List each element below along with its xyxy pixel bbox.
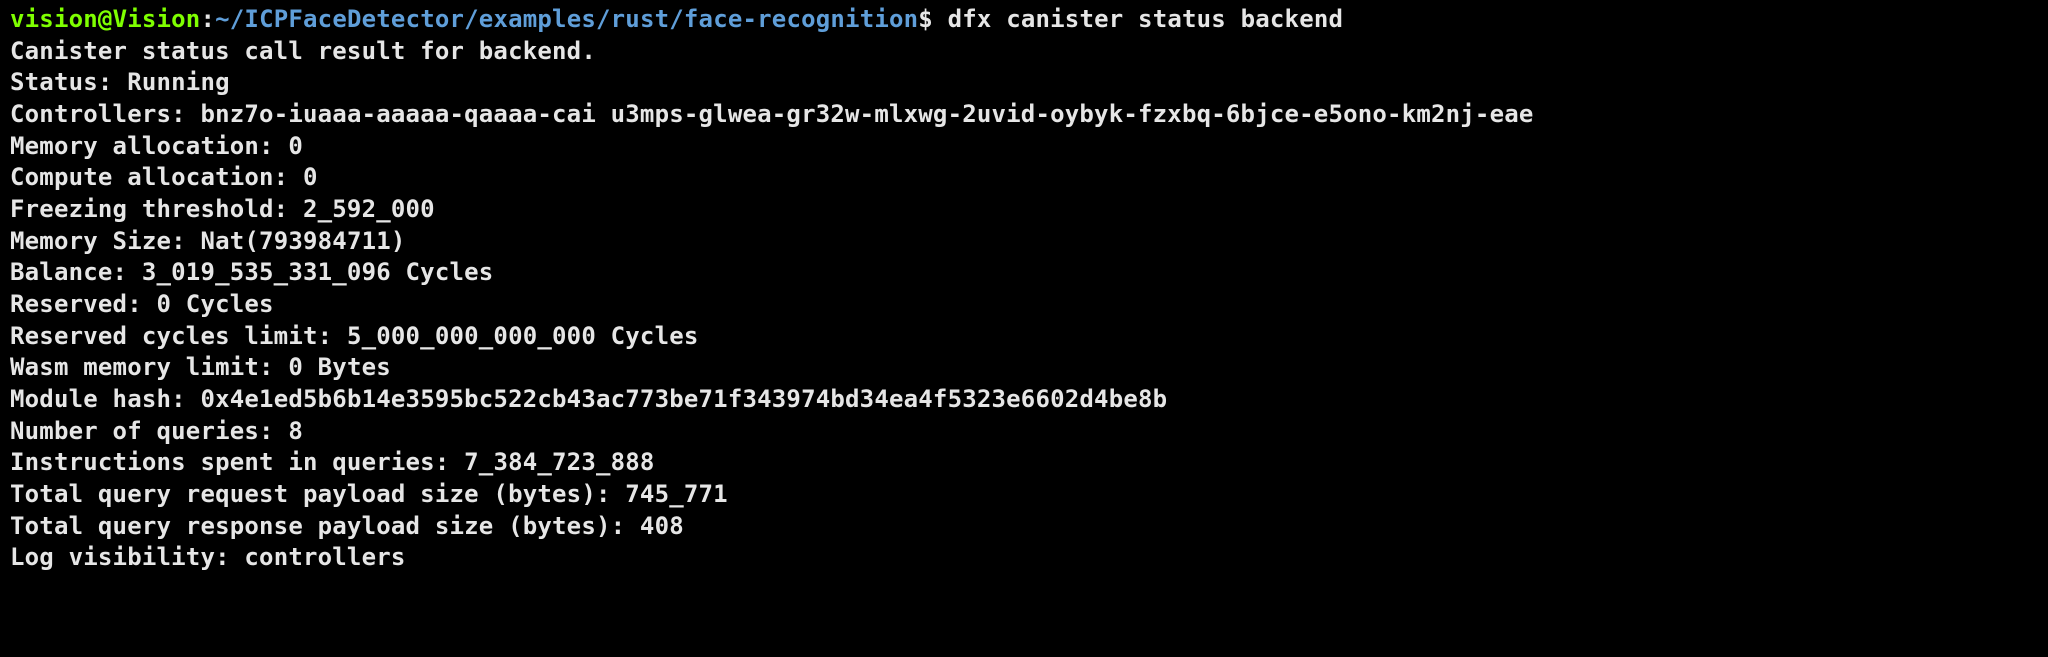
instructions-queries-value: 7_384_723_888	[464, 448, 654, 476]
controllers-label: Controllers:	[10, 100, 200, 128]
memory-size-label: Memory Size:	[10, 227, 200, 255]
compute-allocation-label: Compute allocation:	[10, 163, 303, 191]
log-visibility-label: Log visibility:	[10, 543, 244, 571]
module-hash-label: Module hash:	[10, 385, 200, 413]
reserved-limit-value: 5_000_000_000_000 Cycles	[347, 322, 699, 350]
num-queries-value: 8	[288, 417, 303, 445]
memory-allocation-value: 0	[288, 132, 303, 160]
wasm-limit-value: 0 Bytes	[288, 353, 391, 381]
command-text[interactable]: dfx canister status backend	[948, 5, 1344, 33]
instructions-queries-label: Instructions spent in queries:	[10, 448, 464, 476]
command-input[interactable]	[933, 5, 948, 33]
reserved-value: 0 Cycles	[157, 290, 274, 318]
compute-allocation-value: 0	[303, 163, 318, 191]
freezing-threshold-value: 2_592_000	[303, 195, 435, 223]
reserved-label: Reserved:	[10, 290, 157, 318]
freezing-threshold-label: Freezing threshold:	[10, 195, 303, 223]
log-visibility-value: controllers	[244, 543, 405, 571]
prompt-host: Vision	[113, 5, 201, 33]
memory-size-value: Nat(793984711)	[200, 227, 405, 255]
total-response-value: 408	[640, 512, 684, 540]
prompt-path: ~/ICPFaceDetector/examples/rust/face-rec…	[215, 5, 918, 33]
total-response-label: Total query response payload size (bytes…	[10, 512, 640, 540]
controllers-value: bnz7o-iuaaa-aaaaa-qaaaa-cai u3mps-glwea-…	[200, 100, 1533, 128]
result-header-line: Canister status call result for backend.	[10, 37, 596, 65]
balance-value: 3_019_535_331_096 Cycles	[142, 258, 494, 286]
num-queries-label: Number of queries:	[10, 417, 288, 445]
total-request-value: 745_771	[625, 480, 728, 508]
status-label: Status:	[10, 68, 127, 96]
prompt-at: @	[98, 5, 113, 33]
prompt-dollar: $	[918, 5, 933, 33]
prompt-colon: :	[200, 5, 215, 33]
module-hash-value: 0x4e1ed5b6b14e3595bc522cb43ac773be71f343…	[200, 385, 1167, 413]
wasm-limit-label: Wasm memory limit:	[10, 353, 288, 381]
reserved-limit-label: Reserved cycles limit:	[10, 322, 347, 350]
prompt-user: vision	[10, 5, 98, 33]
memory-allocation-label: Memory allocation:	[10, 132, 288, 160]
terminal-window[interactable]: vision@Vision:~/ICPFaceDetector/examples…	[0, 0, 2048, 574]
balance-label: Balance:	[10, 258, 142, 286]
total-request-label: Total query request payload size (bytes)…	[10, 480, 625, 508]
status-value: Running	[127, 68, 230, 96]
